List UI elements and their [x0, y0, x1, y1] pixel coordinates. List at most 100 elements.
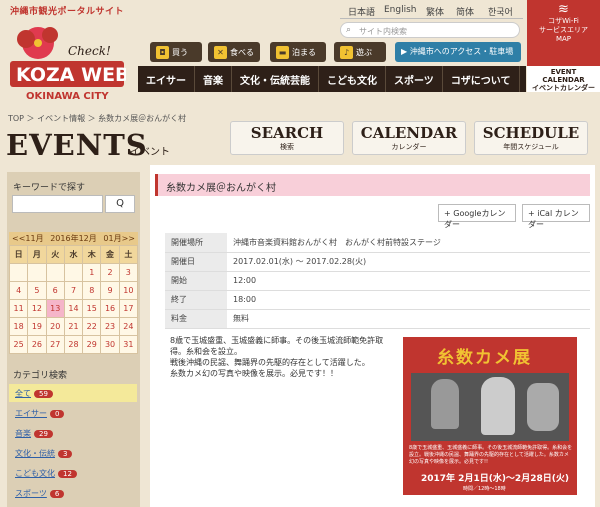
calendar-day[interactable]: 24: [118, 317, 139, 336]
quick-eat-button[interactable]: ✕ 食べる: [208, 42, 260, 62]
quick-play-label: 遊ぶ: [356, 47, 372, 57]
access-parking-button[interactable]: ▶ 沖縄市へのアクセス・駐車場: [395, 42, 521, 62]
calendar-day[interactable]: 12: [27, 299, 47, 318]
quick-play-button[interactable]: ♪ 遊ぶ: [334, 42, 386, 62]
event-calendar-button[interactable]: EVENT CALENDAR イベントカレンダー: [527, 66, 600, 92]
calendar-day[interactable]: 23: [100, 317, 120, 336]
calendar-day[interactable]: 7: [63, 281, 84, 300]
category-eisa[interactable]: エイサー 0: [9, 404, 137, 422]
play-icon: ♪: [340, 45, 353, 59]
category-sports[interactable]: スポーツ 6: [9, 484, 137, 502]
utensils-icon: ✕: [214, 45, 227, 59]
tab-search-sub: 検索: [280, 143, 294, 151]
tab-schedule[interactable]: SCHEDULE 年間スケジュール: [474, 121, 588, 155]
ical-calendar-button[interactable]: + iCal カレンダー: [522, 204, 590, 229]
calendar-day[interactable]: 14: [63, 299, 84, 318]
tab-calendar[interactable]: CALENDAR カレンダー: [352, 121, 466, 155]
lang-japanese[interactable]: 日本語: [344, 3, 379, 18]
evcal-line-3: イベントカレンダー: [532, 84, 595, 92]
bed-icon: ▬: [276, 45, 289, 59]
category-kids[interactable]: こども文化 12: [9, 464, 137, 482]
calendar-day[interactable]: 11: [8, 299, 29, 318]
event-description: 8歳で玉城盛重、玉城盛義に師事。その後玉城流師範免許取 得。糸和会を設立。 戦後…: [170, 335, 398, 379]
keyword-input[interactable]: [12, 195, 103, 213]
calendar-day[interactable]: 8: [82, 281, 102, 300]
calendar-day[interactable]: 21: [63, 317, 84, 336]
category-all[interactable]: 全て 59: [9, 384, 137, 402]
calendar-nav: <<11月 2016年12月 01月>>: [9, 232, 138, 245]
lang-simplified-chinese[interactable]: 简体: [452, 3, 478, 18]
nav-culture[interactable]: 文化・伝統芸能: [232, 66, 319, 92]
breadcrumb[interactable]: TOP ＞ イベント情報 ＞ 糸数カメ展＠おんがく村: [8, 113, 186, 124]
quick-stay-label: 泊まる: [292, 47, 316, 57]
weekday-sun: 日: [8, 245, 29, 264]
lang-traditional-chinese[interactable]: 繁体: [422, 3, 448, 18]
page-subtitle: イベント: [130, 147, 170, 158]
google-calendar-button[interactable]: + Googleカレンダー: [438, 204, 516, 229]
nav-about[interactable]: コザについて: [443, 66, 520, 92]
nav-music[interactable]: 音楽: [195, 66, 232, 92]
info-row-fee: 料金 無料: [165, 309, 590, 329]
poster-text: 8歳で玉城盛重、玉城盛義に師事。その後玉城流師範免許取得。糸和会を設立。戦後沖縄…: [409, 445, 573, 465]
calendar-day[interactable]: 5: [27, 281, 47, 300]
logo-main: KOZA WEB: [16, 64, 126, 86]
wifi-icon: ≋: [558, 2, 569, 17]
quick-stay-button[interactable]: ▬ 泊まる: [270, 42, 326, 62]
calendar-day[interactable]: 6: [45, 281, 65, 300]
calendar-day[interactable]: 3: [118, 263, 139, 282]
calendar-day[interactable]: 9: [100, 281, 120, 300]
tab-schedule-sub: 年間スケジュール: [503, 143, 559, 151]
calendar-day[interactable]: 30: [100, 335, 120, 354]
calendar-day[interactable]: 2: [100, 263, 120, 282]
calendar-next-link[interactable]: 01月>>: [103, 232, 135, 245]
page-title: EVENTS: [6, 128, 148, 162]
calendar-day[interactable]: 22: [82, 317, 102, 336]
nav-kids[interactable]: こども文化: [319, 66, 386, 92]
access-label: 沖縄市へのアクセス・駐車場: [409, 47, 514, 56]
lang-english[interactable]: English: [380, 3, 421, 17]
calendar-day[interactable]: 29: [82, 335, 102, 354]
calendar-day[interactable]: 31: [118, 335, 139, 354]
description-line: 得。糸和会を設立。: [170, 347, 242, 356]
category-culture[interactable]: 文化・伝統 3: [9, 444, 137, 462]
tab-calendar-label: CALENDAR: [360, 124, 458, 142]
event-title: 糸数カメ展＠おんがく村: [155, 174, 590, 196]
nav-sports[interactable]: スポーツ: [386, 66, 443, 92]
info-key: 料金: [165, 309, 227, 329]
calendar-day[interactable]: 10: [118, 281, 139, 300]
calendar-empty-cell: [45, 263, 65, 282]
wifi-map-button[interactable]: ≋ コザWi-Fi サービスエリア MAP: [527, 0, 600, 66]
info-key: 開催日: [165, 252, 227, 272]
category-music[interactable]: 音楽 29: [9, 424, 137, 442]
quick-buy-button[interactable]: ◘ 買う: [150, 42, 202, 62]
calendar-empty-cell: [8, 263, 29, 282]
calendar-day[interactable]: 17: [118, 299, 139, 318]
lang-korean[interactable]: 한국어: [484, 3, 517, 18]
calendar-day[interactable]: 20: [45, 317, 65, 336]
calendar-day[interactable]: 4: [8, 281, 29, 300]
keyword-search-button[interactable]: Q: [105, 195, 135, 213]
category-name: こども文化: [15, 469, 55, 478]
calendar-day[interactable]: 26: [27, 335, 47, 354]
category-name: 音楽: [15, 429, 31, 438]
category-count-badge: 29: [34, 430, 53, 438]
nav-eisa[interactable]: エイサー: [138, 66, 195, 92]
tab-search[interactable]: SEARCH 検索: [230, 121, 344, 155]
plus-icon: +: [444, 209, 454, 218]
calendar-day[interactable]: 28: [63, 335, 84, 354]
calendar-day[interactable]: 27: [45, 335, 65, 354]
calendar-day[interactable]: 16: [100, 299, 120, 318]
category-count-badge: 0: [50, 410, 65, 418]
calendar-prev-link[interactable]: <<11月: [12, 232, 44, 245]
calendar-day[interactable]: 25: [8, 335, 29, 354]
calendar-day-today[interactable]: 13: [45, 299, 65, 318]
calendar-day[interactable]: 15: [82, 299, 102, 318]
description-line: 戦後沖縄の民謡、舞踊界の先駆的存在として活躍した。: [170, 358, 370, 367]
calendar-day[interactable]: 1: [82, 263, 102, 282]
kozaweb-logo[interactable]: Check! KOZA WEB OKINAWA CITY: [8, 21, 130, 103]
calendar-day[interactable]: 18: [8, 317, 29, 336]
site-search-input[interactable]: ⌕ サイト内検索: [340, 22, 520, 38]
weekday-fri: 金: [100, 245, 120, 264]
calendar-day[interactable]: 19: [27, 317, 47, 336]
quick-buy-label: 買う: [172, 47, 188, 57]
